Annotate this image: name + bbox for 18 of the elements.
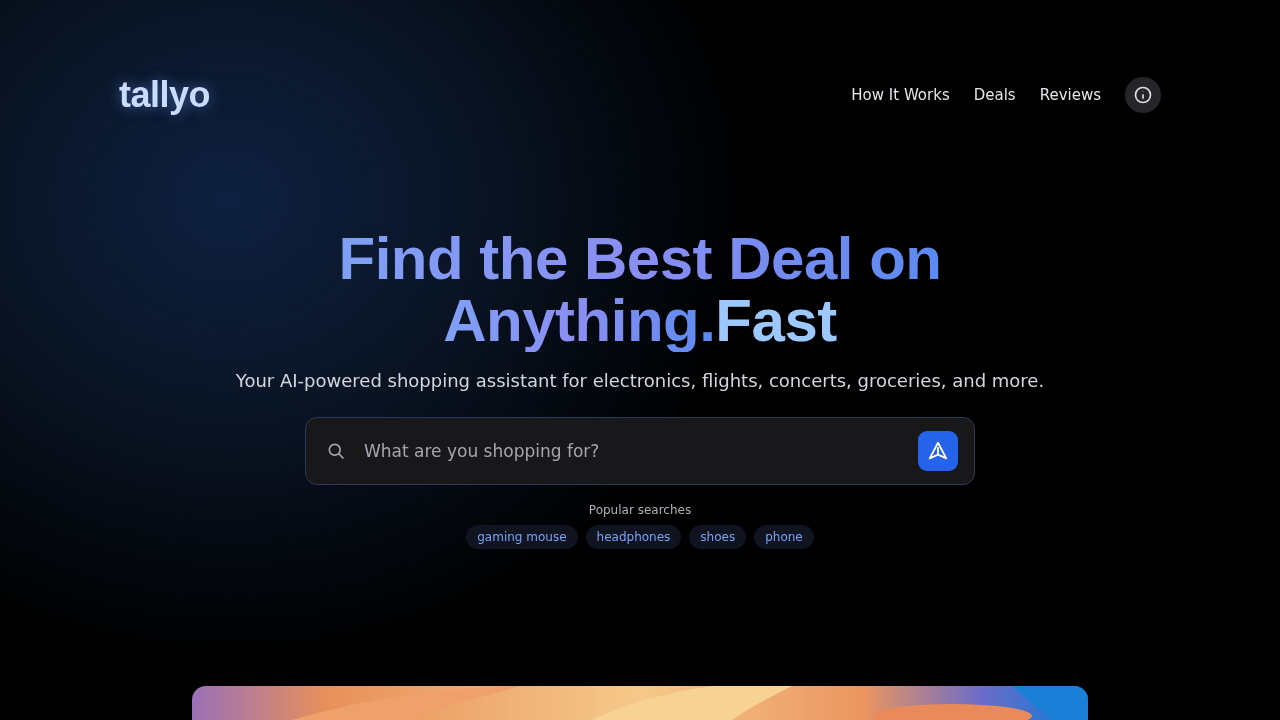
send-icon — [927, 440, 949, 462]
search-icon — [326, 441, 346, 461]
headline-accent: Fast — [715, 290, 837, 352]
search-chip[interactable]: shoes — [689, 525, 747, 549]
info-icon — [1134, 86, 1152, 104]
nav-link[interactable]: Deals — [973, 86, 1016, 104]
search-chip[interactable]: gaming mouse — [466, 525, 578, 549]
search-bar[interactable]: What are you shopping for? — [305, 417, 975, 485]
nav-link[interactable]: Reviews — [1039, 86, 1101, 104]
search-chip[interactable]: phone — [754, 525, 814, 549]
send-button[interactable] — [918, 431, 958, 471]
popular-searches-label: Popular searches — [588, 503, 692, 517]
search-chip[interactable]: headphones — [585, 525, 682, 549]
nav-link[interactable]: How It Works — [851, 86, 950, 104]
info-button[interactable] — [1125, 77, 1161, 113]
search-field[interactable]: What are you shopping for? — [362, 440, 902, 462]
logo[interactable]: tallyo — [119, 74, 211, 116]
subtitle: Your AI-powered shopping assistant for electronics, flights, concerts, groceries, and more. — [235, 370, 1045, 391]
